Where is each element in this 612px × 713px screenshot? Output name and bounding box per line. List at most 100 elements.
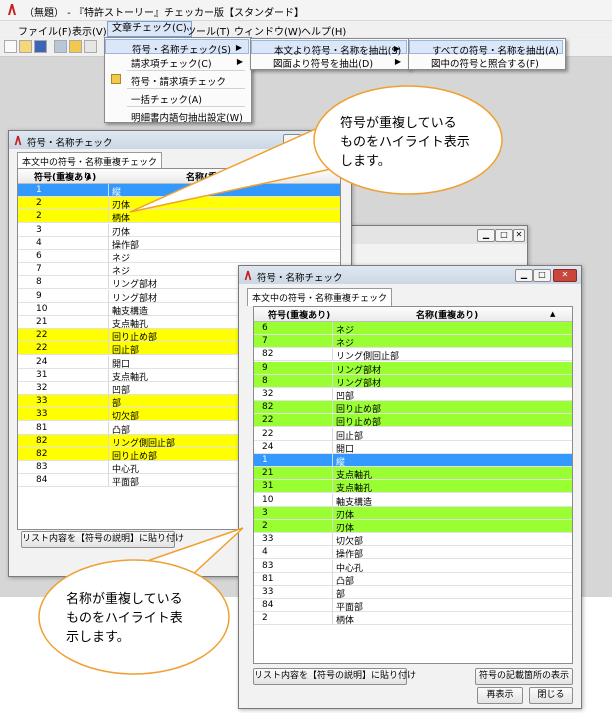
row-name: 部: [112, 399, 122, 410]
table-row[interactable]: 33 部: [254, 586, 572, 600]
close-button[interactable]: ✕: [513, 229, 525, 242]
row-name: 開口: [336, 444, 355, 455]
check-icon[interactable]: [84, 40, 97, 53]
win2-tab-duplicate-check[interactable]: 本文中の符号・名称重複チェック: [247, 288, 393, 306]
book-icon[interactable]: [69, 40, 82, 53]
win1-maximize-button[interactable]: □: [301, 134, 319, 147]
row-name: 支点軸孔: [336, 484, 373, 495]
table-row[interactable]: 9 リング部材: [254, 361, 572, 376]
win2-minimize-button[interactable]: ▁: [515, 269, 533, 282]
menu-view[interactable]: 表示(V): [68, 23, 111, 38]
row-name: リング側回止部: [112, 438, 176, 449]
win2-col-code[interactable]: 符号(重複あり): [268, 308, 330, 321]
menu-item-extract-from-text[interactable]: 本文より符号・名称を抽出(S) ▶: [251, 40, 407, 57]
win2-paste-list-button[interactable]: リスト内容を【符号の説明】に貼り付け: [253, 668, 416, 685]
table-row[interactable]: 10 軸支構造: [254, 493, 572, 508]
table-row[interactable]: 82 リング側回止部: [254, 348, 572, 362]
table-row[interactable]: 2 柄体: [254, 612, 572, 626]
menu-item-label: 一括チェック(A): [131, 95, 202, 106]
menu-check[interactable]: 文章チェック(C): [107, 21, 192, 37]
table-row[interactable]: 2 柄体: [18, 210, 340, 224]
menu-help[interactable]: ヘルプ(H): [297, 23, 350, 38]
table-row[interactable]: 1縦: [254, 454, 572, 468]
table-row[interactable]: 1縦: [18, 184, 340, 198]
win2-close-dialog-button[interactable]: 閉じる: [529, 687, 573, 704]
win1-col-name[interactable]: 名称(重複あり): [186, 170, 248, 183]
table-row[interactable]: 81 凸部: [254, 572, 572, 587]
table-row[interactable]: 3 刃体: [254, 506, 572, 521]
row-code: 83: [36, 462, 48, 473]
open-folder-icon[interactable]: [19, 40, 32, 53]
table-row[interactable]: 83 中心孔: [254, 559, 572, 574]
column-divider: [108, 316, 109, 328]
row-code: 6: [36, 251, 42, 261]
table-row[interactable]: 8 リング部材: [254, 374, 572, 389]
win2-col-name[interactable]: 名称(重複あり): [416, 308, 478, 321]
table-row[interactable]: 3 刃体: [18, 223, 340, 238]
print-icon[interactable]: [54, 40, 67, 53]
new-file-icon[interactable]: [4, 40, 17, 53]
row-name: リング部材: [112, 293, 158, 304]
table-row[interactable]: 32 凹部: [254, 388, 572, 402]
column-divider: [332, 401, 333, 414]
win2-list[interactable]: 符号(重複あり) 名称(重複あり) ▲ 6 ネジ 7 ネジ 82 リング側回止部 9 リング部…: [253, 306, 573, 664]
column-divider: [108, 421, 109, 434]
row-name: 支点軸孔: [112, 320, 149, 330]
menu-item-code-name-check[interactable]: 符号・名称チェック(S) ▶: [105, 39, 249, 56]
win2-refresh-button[interactable]: 再表示: [477, 687, 523, 704]
menu-item-extract-all[interactable]: すべての符号・名称を抽出(A): [409, 40, 563, 57]
save-icon[interactable]: [34, 40, 47, 53]
table-row[interactable]: 22 回止部: [254, 427, 572, 442]
minimize-button[interactable]: ▁: [477, 229, 495, 242]
row-name: 回り止め部: [112, 452, 158, 462]
menu-item-label: 請求項チェック(C): [131, 59, 212, 70]
menu-file[interactable]: ファイル(F): [14, 23, 76, 38]
row-code: 2: [262, 521, 268, 531]
submenu-arrow-icon: ▶: [236, 57, 243, 66]
row-name: 開口: [112, 359, 131, 370]
row-code: 2: [36, 198, 42, 209]
column-divider: [108, 210, 109, 223]
table-row[interactable]: 33 切欠部: [254, 533, 572, 547]
menu-window[interactable]: ウィンドウ(W): [230, 23, 306, 38]
table-row[interactable]: 24 開口: [254, 440, 572, 455]
table-row[interactable]: 6 ネジ: [254, 322, 572, 336]
column-divider: [108, 197, 109, 210]
win1-paste-list-button[interactable]: リスト内容を【符号の説明】に貼り付け: [21, 531, 184, 548]
table-row[interactable]: 7 ネジ: [254, 335, 572, 349]
menu-item-extract-from-drawings[interactable]: 図面より符号を抽出(D) ▶: [251, 54, 407, 70]
win2-maximize-button[interactable]: □: [533, 269, 551, 282]
row-name: 回止部: [112, 346, 140, 357]
row-name: リング部材: [112, 280, 158, 291]
menu-item-phrase-extract-settings[interactable]: 明細書内語句抽出設定(W): [105, 108, 249, 124]
window-title: （無題） - 『特許ストーリー』チェッカー版【スタンダード】: [24, 8, 304, 19]
menu-separator: [127, 106, 245, 107]
win2-show-code-locations-button[interactable]: 符号の記載箇所の表示: [475, 668, 573, 685]
table-row[interactable]: 2 刃体: [254, 520, 572, 534]
column-divider: [108, 250, 109, 262]
table-row[interactable]: 21 支点軸孔: [254, 467, 572, 481]
menu-item-batch-check[interactable]: 一括チェック(A): [105, 90, 249, 106]
table-row[interactable]: 31 支点軸孔: [254, 480, 572, 495]
row-code: 81: [36, 422, 48, 433]
menu-item-code-claim-check[interactable]: 符号・請求項チェック: [105, 72, 249, 88]
menu-item-match-drawing-codes[interactable]: 図中の符号と照合する(F): [409, 54, 563, 70]
win2-close-button[interactable]: ✕: [553, 269, 577, 282]
column-divider: [108, 448, 109, 460]
table-row[interactable]: 82 回り止め部: [254, 401, 572, 415]
column-divider: [332, 493, 333, 506]
table-row[interactable]: 2 刃体: [18, 197, 340, 211]
table-row[interactable]: 84 平面部: [254, 599, 572, 613]
table-row[interactable]: 22 回り止め部: [254, 414, 572, 428]
menu-item-label: 符号・請求項チェック: [131, 77, 227, 88]
row-code: 3: [262, 507, 268, 518]
row-name: ネジ: [112, 254, 131, 264]
table-row[interactable]: 6 ネジ: [18, 250, 340, 264]
menu-tools[interactable]: ツール(T): [182, 23, 234, 38]
maximize-button[interactable]: □: [495, 229, 513, 242]
win1-minimize-button[interactable]: ▁: [283, 134, 301, 147]
app-logo-icon: [244, 270, 252, 281]
table-row[interactable]: 4 操作部: [18, 236, 340, 251]
menu-item-claim-check[interactable]: 請求項チェック(C) ▶: [105, 54, 249, 70]
table-row[interactable]: 4 操作部: [254, 546, 572, 560]
